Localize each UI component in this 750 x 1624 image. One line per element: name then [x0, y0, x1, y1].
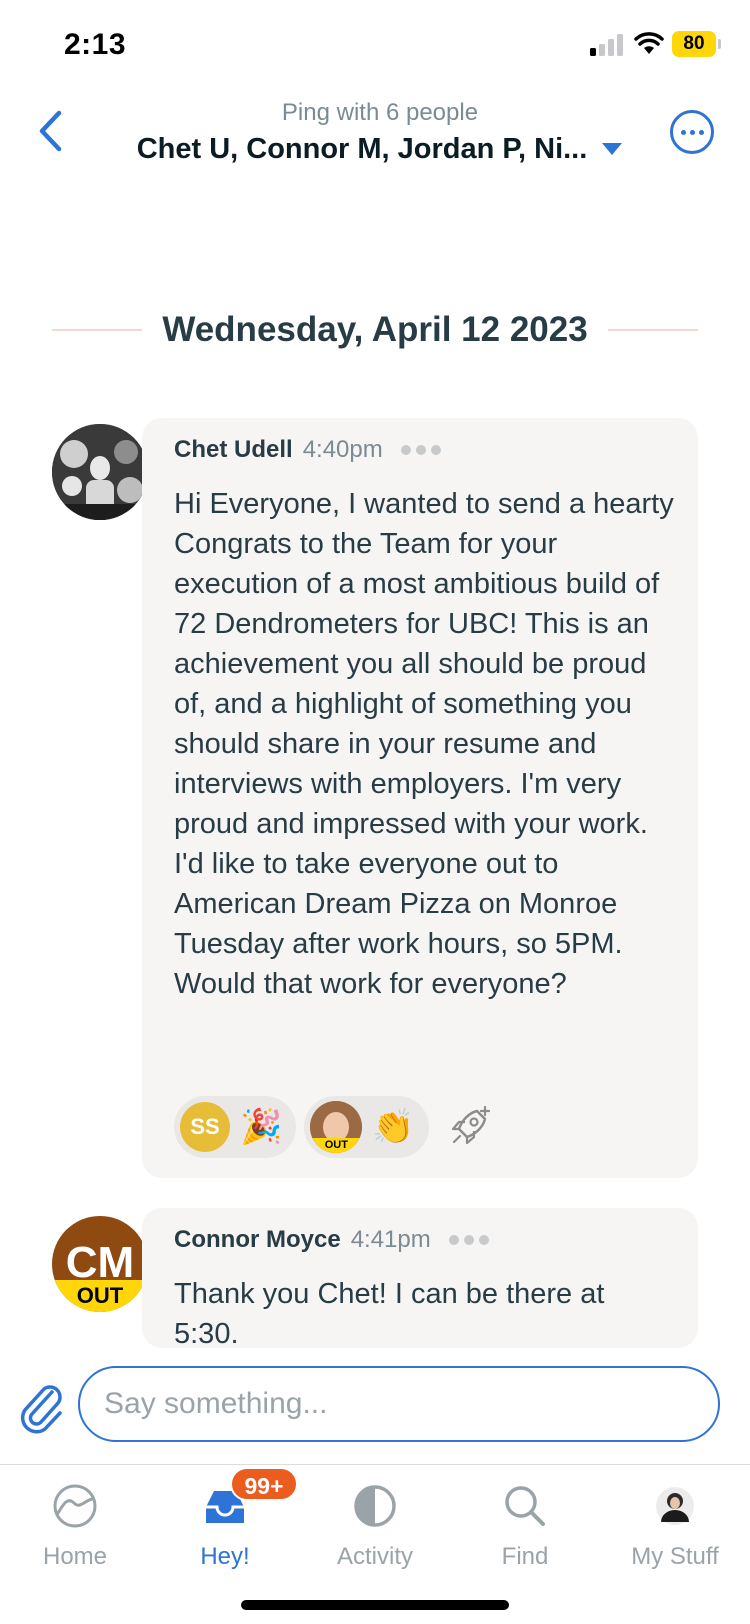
message-header: Chet Udell 4:40pm — [174, 436, 441, 464]
boost-item[interactable]: OUT 👏 — [304, 1096, 429, 1158]
tab-home[interactable]: Home — [0, 1479, 150, 1571]
boost-avatar: SS — [180, 1102, 230, 1152]
avatar-photo — [52, 424, 148, 520]
message-time: 4:40pm — [302, 436, 383, 463]
wifi-icon — [634, 32, 664, 54]
home-indicator — [241, 1600, 509, 1610]
divider-line — [607, 329, 699, 331]
out-badge: OUT — [52, 1280, 148, 1312]
divider-line — [52, 329, 143, 331]
more-dot — [698, 129, 704, 135]
out-badge: OUT — [310, 1138, 363, 1153]
tab-label: Home — [42, 1543, 108, 1570]
tab-label: Find — [501, 1543, 549, 1570]
chevron-left-icon — [39, 110, 62, 152]
tab-label: Hey! — [200, 1543, 250, 1570]
message-author[interactable]: Connor Moyce — [174, 1226, 341, 1254]
notification-badge: 99+ — [230, 1467, 298, 1501]
more-dot — [680, 129, 686, 135]
rocket-icon — [451, 1105, 490, 1145]
more-options-button[interactable] — [670, 110, 714, 154]
header-subtitle: Ping with 6 people — [281, 99, 479, 126]
avatar-chet-udell[interactable] — [52, 424, 148, 520]
boosts-row: SS 🎉 OUT 👏 — [174, 1096, 495, 1158]
date-divider: Wednesday, April 12 2023 — [52, 308, 699, 352]
message-body: Hi Everyone, I wanted to send a hearty C… — [174, 488, 674, 1000]
boost-avatar: OUT — [310, 1101, 363, 1153]
message-input-wrapper — [78, 1366, 720, 1442]
participants-toggle[interactable]: Chet U, Connor M, Jordan P, Ni... — [120, 130, 640, 168]
paperclip-icon — [20, 1385, 62, 1434]
status-bar: 2:13 80 — [0, 0, 750, 90]
message-input[interactable] — [80, 1368, 718, 1440]
boost-item[interactable]: SS 🎉 — [174, 1096, 297, 1158]
search-icon — [450, 1479, 600, 1533]
hey-inbox-icon: 99+ — [150, 1467, 300, 1533]
attach-button[interactable] — [16, 1378, 64, 1434]
message-body: Thank you Chet! I can be there at 5:30. — [174, 1278, 605, 1350]
message-menu-button[interactable] — [400, 445, 441, 455]
battery-icon: 80 — [672, 31, 716, 57]
add-boost-button[interactable] — [443, 1101, 495, 1153]
status-time: 2:13 — [64, 28, 127, 61]
tab-label: My Stuff — [631, 1543, 719, 1570]
tab-hey[interactable]: 99+ Hey! — [150, 1467, 300, 1571]
message-header: Connor Moyce 4:41pm — [174, 1226, 489, 1254]
battery-level: 80 — [683, 33, 705, 54]
tab-my-stuff[interactable]: My Stuff — [600, 1479, 750, 1571]
boost-emoji: 🎉 — [240, 1108, 283, 1146]
conversation-header: Ping with 6 people Chet U, Connor M, Jor… — [0, 90, 750, 180]
header-center: Ping with 6 people Chet U, Connor M, Jor… — [120, 98, 640, 168]
message-author[interactable]: Chet Udell — [174, 436, 293, 464]
signal-icon — [590, 34, 626, 56]
tab-find[interactable]: Find — [450, 1479, 600, 1571]
date-label: Wednesday, April 12 2023 — [162, 310, 588, 349]
more-dot — [689, 129, 695, 135]
profile-icon — [600, 1479, 750, 1533]
tab-label: Activity — [336, 1543, 413, 1570]
boost-emoji: 👏 — [372, 1108, 415, 1146]
avatar-connor-moyce[interactable]: CM OUT — [52, 1216, 148, 1312]
header-title: Chet U, Connor M, Jordan P, Ni... — [136, 133, 588, 165]
message-time: 4:41pm — [350, 1226, 431, 1253]
tab-activity[interactable]: Activity — [300, 1479, 450, 1571]
battery-tip — [718, 39, 721, 49]
back-button[interactable] — [30, 106, 70, 156]
composer — [0, 1356, 750, 1466]
activity-icon — [300, 1479, 450, 1533]
message-menu-button[interactable] — [448, 1235, 489, 1245]
home-icon — [0, 1479, 150, 1533]
caret-down-icon — [602, 143, 623, 155]
